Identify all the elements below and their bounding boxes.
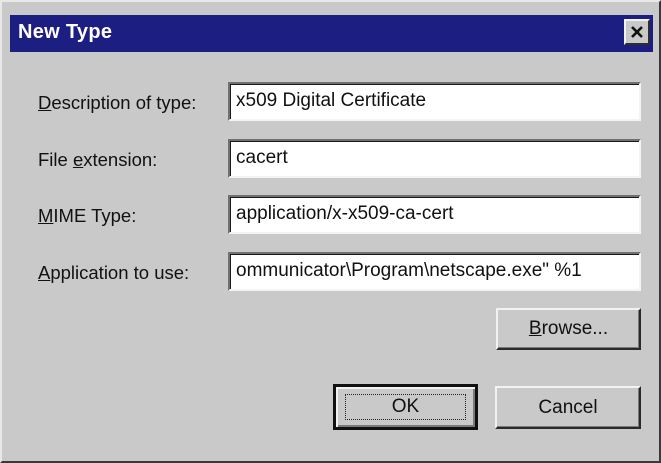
file-extension-field[interactable]: cacert — [228, 139, 641, 178]
application-to-use-label: Application to use: — [38, 262, 190, 283]
description-of-type-label: Description of type: — [38, 92, 197, 113]
cancel-button-label: Cancel — [538, 397, 598, 418]
focus-indicator — [345, 394, 466, 420]
close-icon — [631, 26, 643, 38]
cancel-button[interactable]: Cancel — [495, 386, 641, 429]
title-bar: New Type — [10, 15, 653, 52]
file-extension-label: File extension: — [38, 149, 158, 170]
application-to-use-field[interactable]: ommunicator\Program\netscape.exe" %1 — [228, 252, 641, 291]
browse-button[interactable]: Browse... — [496, 308, 641, 350]
ok-button[interactable]: OK — [333, 384, 478, 430]
window-title: New Type — [18, 21, 113, 43]
mime-type-label: MIME Type: — [38, 205, 137, 226]
close-button[interactable] — [624, 19, 650, 45]
new-type-dialog: New Type Description of type: x509 Digit… — [0, 0, 661, 463]
mime-type-field[interactable]: application/x-x509-ca-cert — [228, 195, 641, 234]
description-of-type-field[interactable]: x509 Digital Certificate — [228, 82, 641, 121]
browse-button-label: Browse... — [528, 318, 609, 339]
